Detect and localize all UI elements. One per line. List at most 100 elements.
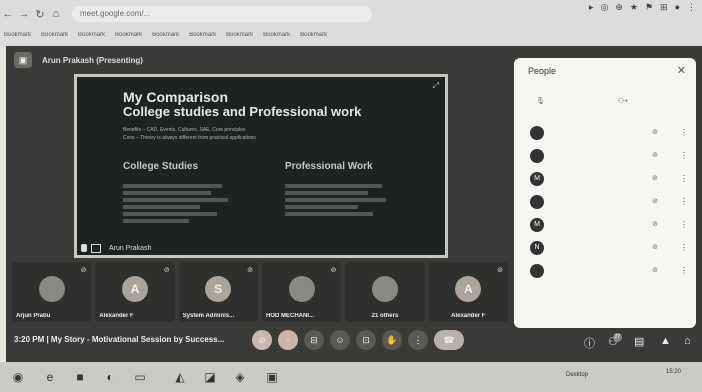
more-icon[interactable]: ⋮: [680, 197, 688, 206]
list-item[interactable]: N ⊘ ⋮: [524, 237, 690, 260]
bookmark[interactable]: Bookmark: [189, 32, 216, 38]
close-icon[interactable]: ✕: [677, 64, 686, 77]
bookmark[interactable]: Bookmark: [78, 32, 105, 38]
more-icon[interactable]: ⋮: [680, 128, 688, 137]
bookmark[interactable]: Bookmark: [226, 32, 253, 38]
present-icon[interactable]: ⊡: [356, 330, 376, 350]
people-count-badge: 27: [612, 333, 622, 342]
start-icon[interactable]: ◉: [8, 367, 28, 387]
participant-name: Alexander F: [451, 313, 486, 319]
app-icon[interactable]: ◪: [200, 367, 220, 387]
meet-topbar: ▣ Arun Prakash (Presenting): [14, 52, 143, 68]
add-people-button[interactable]: ⚇+: [618, 92, 628, 112]
camera-toggle-icon[interactable]: ▫: [278, 330, 298, 350]
bookmark[interactable]: Bookmark: [4, 32, 31, 38]
app-icon[interactable]: ▭: [130, 367, 150, 387]
presentation-frame[interactable]: ⤢ My Comparison College studies and Prof…: [74, 74, 448, 258]
presenting-label: Arun Prakash (Presenting): [42, 55, 143, 65]
column-text-professional: [285, 181, 395, 219]
app-icon[interactable]: ◭: [170, 367, 190, 387]
more-icon[interactable]: ⋮: [680, 266, 688, 275]
participant-tile[interactable]: ⊘ Arjun Prabu: [12, 262, 92, 322]
bookmark[interactable]: Bookmark: [115, 32, 142, 38]
browser-icon[interactable]: e: [40, 367, 60, 387]
address-bar[interactable]: meet.google.com/...: [72, 6, 372, 22]
forward-icon[interactable]: →: [16, 8, 32, 20]
participant-tile-others[interactable]: 21 others: [345, 262, 425, 322]
more-icon[interactable]: ⋮: [680, 243, 688, 252]
pin-icon[interactable]: [81, 244, 87, 252]
home-icon[interactable]: ⌂: [48, 8, 64, 20]
lock-icon[interactable]: ⌂: [684, 335, 691, 347]
mic-off-icon: ⊘: [652, 221, 658, 228]
menu-icon[interactable]: ⋮: [687, 2, 696, 13]
profile-icon[interactable]: ●: [675, 2, 680, 13]
participant-tile[interactable]: ⊘ A Alexander F: [95, 262, 175, 322]
avatar: A: [455, 276, 482, 302]
taskbar: ◉ e ■ ◐ ▭ ◭ ◪ ◈ ▣ Desktop 15:20: [0, 362, 702, 392]
participant-tile[interactable]: ⊘ A Alexander F: [428, 262, 508, 322]
mic-off-icon: ⊘: [497, 267, 503, 274]
list-item[interactable]: M ⊘ ⋮: [524, 168, 690, 191]
participant-tiles: ⊘ Arjun Prabu ⊘ A Alexander F ⊘ S System…: [12, 262, 508, 322]
mute-all-button[interactable]: 🎙: [536, 92, 545, 112]
app-icon[interactable]: ▣: [262, 367, 282, 387]
avatar: [530, 264, 544, 278]
people-panel: People ✕ 🎙 ⚇+ ⊘ ⋮ ⊘ ⋮ M ⊘ ⋮ ⊘ ⋮ M ⊘ ⋮ N …: [514, 58, 696, 328]
extension-icon[interactable]: ⊞: [660, 2, 668, 13]
more-icon[interactable]: ⋮: [680, 151, 688, 160]
list-item[interactable]: ⊘ ⋮: [524, 145, 690, 168]
clock: 15:20: [666, 369, 682, 375]
list-item[interactable]: ⊘ ⋮: [524, 122, 690, 145]
list-item[interactable]: ⊘ ⋮: [524, 260, 690, 283]
avatar: S: [205, 276, 232, 302]
extension-icon[interactable]: ⊕: [615, 2, 623, 13]
app-icon[interactable]: ■: [70, 367, 90, 387]
people-icon[interactable]: ⚇ 27: [608, 333, 622, 348]
avatar: [530, 126, 544, 140]
list-item[interactable]: ⊘ ⋮: [524, 191, 690, 214]
extension-icon[interactable]: ◎: [600, 2, 608, 13]
extension-icon[interactable]: ▸: [589, 2, 594, 13]
participant-tile[interactable]: ⊘ S System Adminis...: [178, 262, 258, 322]
meeting-info: 3:20 PM | My Story - Motivational Sessio…: [14, 335, 225, 344]
more-options-icon[interactable]: ⋮: [408, 330, 428, 350]
leave-call-button[interactable]: ☎: [434, 330, 464, 350]
extension-icon[interactable]: ⚑: [645, 2, 653, 13]
column-heading-professional: Professional Work: [285, 161, 373, 172]
back-icon[interactable]: ←: [0, 8, 16, 20]
bookmark[interactable]: Bookmark: [41, 32, 68, 38]
participant-name: System Adminis...: [182, 313, 235, 319]
fullscreen-icon[interactable]: [91, 244, 101, 253]
browser-chrome: ← → ↻ ⌂ meet.google.com/... ▸ ◎ ⊕ ★ ⚑ ⊞ …: [0, 0, 702, 48]
bookmark[interactable]: Bookmark: [263, 32, 290, 38]
extension-icon[interactable]: ★: [630, 2, 638, 13]
mic-off-icon: ⊘: [652, 152, 658, 159]
activities-icon[interactable]: ▲: [660, 335, 671, 347]
raise-hand-icon[interactable]: ✋: [382, 330, 402, 350]
bookmark[interactable]: Bookmark: [300, 32, 327, 38]
bookmark[interactable]: Bookmark: [152, 32, 179, 38]
reload-icon[interactable]: ↻: [32, 8, 48, 21]
chat-icon[interactable]: ▤: [634, 335, 644, 348]
app-icon[interactable]: ◈: [230, 367, 250, 387]
slide-title: My Comparison: [123, 89, 229, 105]
more-icon[interactable]: ⋮: [680, 174, 688, 183]
emoji-icon[interactable]: ☺: [330, 330, 350, 350]
mic-toggle-icon[interactable]: ⊘: [252, 330, 272, 350]
app-icon[interactable]: ◐: [100, 367, 120, 387]
extension-icons: ▸ ◎ ⊕ ★ ⚑ ⊞ ● ⋮: [589, 2, 696, 13]
expand-icon[interactable]: ⤢: [433, 81, 439, 91]
meet-logo-icon: ▣: [14, 52, 32, 68]
column-heading-college: College Studies: [123, 161, 199, 172]
tray-label: Desktop: [566, 372, 589, 378]
bookmarks-bar: Bookmark Bookmark Bookmark Bookmark Book…: [0, 26, 702, 44]
column-text-college: [123, 181, 233, 226]
captions-icon[interactable]: ⊟: [304, 330, 324, 350]
mic-off-icon: ⊘: [163, 267, 170, 274]
slide: ⤢ My Comparison College studies and Prof…: [77, 77, 445, 255]
info-icon[interactable]: ⓘ: [584, 335, 595, 351]
participant-tile[interactable]: ⊘ HOD MECHANI...: [261, 262, 342, 322]
list-item[interactable]: M ⊘ ⋮: [524, 214, 690, 237]
more-icon[interactable]: ⋮: [680, 220, 688, 229]
